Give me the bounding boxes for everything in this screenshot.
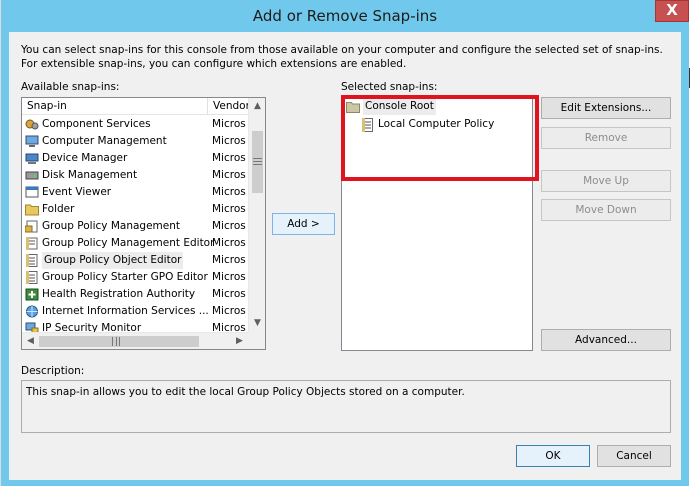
snapin-row[interactable]: Group Policy Management Microso: [22, 218, 262, 235]
snapin-name: Folder: [42, 203, 75, 215]
snapin-name: Group Policy Starter GPO Editor: [42, 271, 208, 283]
ok-button[interactable]: OK: [516, 445, 590, 467]
snapin-name: Event Viewer: [42, 186, 112, 198]
snapin-row[interactable]: Component Services Microso: [22, 116, 262, 133]
folder-icon: [25, 203, 39, 216]
snapin-vendor: Microso: [212, 237, 246, 249]
event-viewer-icon: [25, 186, 39, 199]
snapin-row[interactable]: Internet Information Services ...Microso: [22, 303, 262, 320]
window-title: Add or Remove Snap-ins: [252, 7, 438, 25]
snapin-name: Internet Information Services ...: [42, 305, 209, 317]
snapin-row[interactable]: Event Viewer Microso: [22, 184, 262, 201]
snapin-vendor: Microso: [212, 220, 246, 232]
snapin-name: Computer Management: [42, 135, 167, 147]
snapin-row[interactable]: Group Policy Starter GPO Editor Microso: [22, 269, 262, 286]
hscroll-grip-icon: [112, 337, 120, 346]
snapin-vendor: Microso: [212, 271, 246, 283]
scroll-corner: [248, 332, 265, 349]
snapin-vendor: Microso: [212, 169, 246, 181]
snapin-vendor: Microso: [212, 305, 246, 317]
snapin-vendor: Microso: [212, 152, 246, 164]
snapin-vendor: Microso: [212, 135, 246, 147]
snapin-name: Group Policy Management Editor: [42, 237, 215, 249]
snapin-row[interactable]: Device Manager Microso: [22, 150, 262, 167]
available-snapins-label: Available snap-ins:: [21, 81, 120, 93]
policy-document-icon: [25, 271, 39, 284]
component-services-icon: [25, 118, 39, 131]
intro-text: You can select snap-ins for this console…: [21, 44, 663, 70]
highlight-annotation-box: [341, 95, 539, 181]
column-header-vendor[interactable]: Vendor: [208, 98, 250, 115]
close-button[interactable]: X: [655, 0, 689, 22]
snapin-name: Device Manager: [42, 152, 128, 164]
snapin-vendor: Microso: [212, 186, 246, 198]
snapin-row[interactable]: Group Policy Object Editor Microso: [22, 252, 262, 269]
selected-snapins-label: Selected snap-ins:: [341, 81, 438, 93]
move-up-button[interactable]: Move Up: [541, 170, 671, 192]
scroll-right-arrow-icon[interactable]: ▶: [231, 333, 248, 350]
snapin-name: Health Registration Authority: [42, 288, 196, 300]
snapin-name: Disk Management: [42, 169, 138, 181]
health-registration-icon: [25, 288, 39, 301]
description-box: This snap-in allows you to edit the loca…: [21, 380, 671, 433]
computer-management-icon: [25, 135, 39, 148]
group-policy-management-icon: [24, 220, 39, 233]
snapin-vendor: Microso: [212, 203, 246, 215]
remove-button[interactable]: Remove: [541, 127, 671, 149]
move-down-button[interactable]: Move Down: [541, 199, 671, 221]
vertical-scrollbar[interactable]: ▲ ▼: [248, 98, 265, 332]
snapin-vendor: Microso: [212, 118, 246, 130]
scroll-down-arrow-icon[interactable]: ▼: [249, 315, 266, 332]
snapin-row[interactable]: Disk Management Microso: [22, 167, 262, 184]
group-policy-editor-icon: [25, 237, 39, 250]
available-snapins-list[interactable]: Snap-in Vendor Component Services Microso…: [21, 97, 266, 350]
snapin-vendor: Microso: [212, 254, 246, 266]
disk-management-icon: [25, 169, 39, 182]
cancel-button[interactable]: Cancel: [597, 445, 671, 467]
edit-extensions-button[interactable]: Edit Extensions...: [541, 97, 671, 119]
scroll-up-arrow-icon[interactable]: ▲: [249, 98, 266, 115]
device-manager-icon: [25, 152, 39, 165]
policy-document-icon: [25, 254, 39, 267]
scroll-left-arrow-icon[interactable]: ◀: [22, 333, 39, 350]
snapin-row[interactable]: Folder Microso: [22, 201, 262, 218]
description-label: Description:: [21, 365, 85, 377]
snapin-vendor: Microso: [212, 288, 246, 300]
snapin-name: Component Services: [42, 118, 151, 130]
iis-globe-icon: [25, 305, 39, 318]
snapin-dialog: Add or Remove Snap-ins X You can select …: [1, 0, 689, 486]
scroll-grip-icon: [253, 158, 262, 165]
column-header-snapin[interactable]: Snap-in: [22, 98, 208, 115]
add-button[interactable]: Add >: [272, 213, 335, 235]
snapin-row[interactable]: Health Registration Authority Microso: [22, 286, 262, 303]
advanced-button[interactable]: Advanced...: [541, 329, 671, 351]
snapin-name: Group Policy Object Editor: [42, 252, 184, 269]
snapin-name: Group Policy Management: [42, 220, 181, 232]
snapin-row[interactable]: Group Policy Management EditorMicroso: [22, 235, 262, 252]
horizontal-scrollbar[interactable]: ◀ ▶: [22, 332, 248, 349]
snapin-row[interactable]: Computer Management Microso: [22, 133, 262, 150]
dialog-client-area: You can select snap-ins for this console…: [9, 32, 681, 480]
